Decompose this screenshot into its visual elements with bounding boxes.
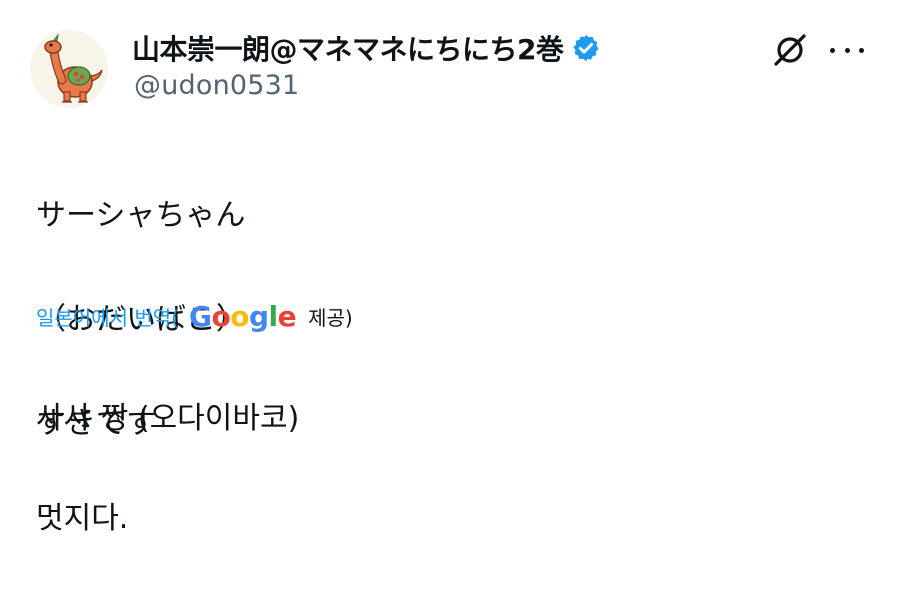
tweet-line: サーシャちゃん <box>36 198 246 233</box>
author-name-row: 山本崇一朗@マネマネにちにち2巻 <box>132 26 601 70</box>
verified-badge-icon <box>573 34 599 62</box>
dinosaur-avatar-icon <box>30 30 108 108</box>
more-dot <box>844 47 850 53</box>
translation-attribution[interactable]: 일본어에서 번역( Google 제공) <box>36 296 353 336</box>
provided-by-label: 제공) <box>308 305 353 330</box>
avatar[interactable] <box>30 30 108 108</box>
more-dot <box>859 47 864 53</box>
translated-line: 멋지다. <box>36 501 129 536</box>
more-dot <box>830 47 835 53</box>
grok-icon[interactable] <box>770 30 810 70</box>
more-options-icon[interactable] <box>830 33 864 67</box>
google-logo: Google <box>188 299 297 333</box>
author-display-name[interactable]: 山本崇一朗@マネマネにちにち2巻 <box>132 28 564 68</box>
translated-from-label[interactable]: 일본어에서 번역( <box>36 302 179 331</box>
translated-text: 사샤 짱 (오다이바코) 멋지다. <box>36 344 299 594</box>
translated-line: 사샤 짱 (오다이바코) <box>36 401 300 436</box>
author-handle[interactable]: @udon0531 <box>134 70 299 101</box>
